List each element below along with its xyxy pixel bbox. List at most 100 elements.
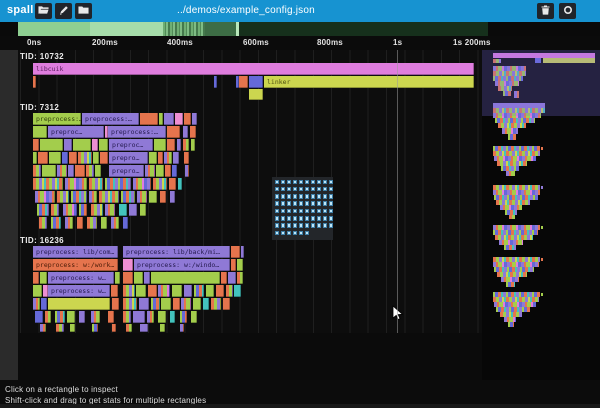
minimap-thumb-strip[interactable] [508, 322, 514, 327]
flame-fragment[interactable] [99, 139, 108, 151]
flame-fragment[interactable] [173, 298, 180, 310]
minimap-thumb-strip[interactable] [509, 215, 515, 219]
flame-fragment[interactable] [192, 113, 197, 125]
minimap-thumb-strip[interactable] [541, 293, 543, 296]
flame-fragment[interactable] [65, 178, 87, 190]
flame-fragment[interactable] [100, 152, 108, 164]
flame-fragment[interactable] [33, 76, 36, 88]
flame-fragment[interactable] [249, 76, 263, 88]
flame-fragment[interactable] [87, 217, 97, 229]
flame-fragment[interactable] [223, 298, 230, 310]
flame-bar[interactable]: preproc… [48, 126, 104, 138]
flame-fragment[interactable] [70, 324, 75, 332]
flame-fragment[interactable] [177, 139, 181, 151]
flame-fragment[interactable] [55, 311, 65, 323]
flame-fragment[interactable] [108, 311, 114, 323]
flame-fragment[interactable] [112, 298, 119, 310]
flame-fragment[interactable] [167, 126, 180, 138]
trash-button[interactable] [537, 3, 554, 19]
flame-fragment[interactable] [214, 76, 217, 88]
flame-fragment[interactable] [129, 204, 137, 216]
flame-fragment[interactable] [149, 152, 157, 164]
flame-fragment[interactable] [38, 152, 48, 164]
folder-button[interactable] [75, 3, 92, 19]
flame-fragment[interactable] [153, 178, 167, 190]
flame-fragment[interactable] [172, 165, 177, 177]
flame-fragment[interactable] [147, 311, 154, 323]
flame-fragment[interactable] [91, 311, 100, 323]
flame-fragment[interactable] [185, 165, 189, 177]
flame-fragment[interactable] [41, 298, 47, 310]
flame-fragment[interactable] [158, 311, 166, 323]
flame-fragment[interactable] [71, 191, 87, 203]
flame-fragment[interactable] [237, 259, 243, 271]
flame-fragment[interactable] [68, 165, 74, 177]
flame-fragment[interactable] [33, 298, 40, 310]
flame-fragment[interactable] [123, 259, 133, 271]
flame-fragment[interactable] [190, 126, 196, 138]
flame-fragment[interactable] [57, 165, 67, 177]
flame-fragment[interactable] [191, 311, 197, 323]
minimap-thumb-strip[interactable] [535, 58, 541, 63]
flame-fragment[interactable] [184, 152, 189, 164]
minimap-thumb-strip[interactable] [504, 245, 516, 250]
flame-fragment[interactable] [178, 178, 182, 190]
flame-fragment[interactable] [151, 272, 220, 284]
flame-fragment[interactable] [193, 298, 201, 310]
flame-fragment[interactable] [115, 272, 120, 284]
flame-bar[interactable]: preprocess: w… [48, 285, 110, 297]
flame-fragment[interactable] [92, 139, 98, 151]
selection-region[interactable] [272, 177, 333, 240]
flame-fragment[interactable] [95, 165, 101, 177]
flame-fragment[interactable] [234, 285, 241, 297]
flame-fragment[interactable] [40, 272, 47, 284]
flame-fragment[interactable] [228, 272, 236, 284]
flame-fragment[interactable] [33, 285, 42, 297]
time-ruler[interactable]: 0ns200ms400ms600ms800ms1s1s 200ms [0, 36, 600, 50]
flame-bar[interactable]: preprocess: lib/back/mi… [123, 246, 230, 258]
minimap-thumb-strip[interactable] [514, 91, 519, 98]
flame-fragment[interactable] [56, 324, 64, 332]
flame-fragment[interactable] [33, 139, 39, 151]
flame-fragment[interactable] [164, 152, 172, 164]
flame-fragment[interactable] [194, 285, 204, 297]
flame-fragment[interactable] [112, 324, 116, 332]
flame-fragment[interactable] [133, 311, 145, 323]
flame-fragment[interactable] [45, 311, 51, 323]
flame-fragment[interactable] [123, 311, 131, 323]
flame-bar[interactable]: prepro… [109, 152, 148, 164]
flame-fragment[interactable] [93, 152, 99, 164]
flame-fragment[interactable] [77, 217, 83, 229]
flame-fragment[interactable] [89, 178, 103, 190]
flame-fragment[interactable] [119, 204, 127, 216]
flame-fragment[interactable] [137, 191, 147, 203]
flame-fragment[interactable] [149, 191, 157, 203]
flame-fragment[interactable] [64, 139, 72, 151]
flame-fragment[interactable] [154, 139, 166, 151]
minimap-thumb-strip[interactable] [506, 282, 515, 287]
flame-fragment[interactable] [101, 217, 107, 229]
flame-fragment[interactable] [156, 165, 164, 177]
flame-fragment[interactable] [165, 165, 171, 177]
flame-fragment[interactable] [105, 204, 115, 216]
folder-open-button[interactable] [35, 3, 52, 19]
minimap-thumb-strip[interactable] [493, 59, 501, 63]
flame-fragment[interactable] [164, 113, 174, 125]
flame-fragment[interactable] [39, 217, 47, 229]
flame-fragment[interactable] [51, 217, 61, 229]
minimap-thumb-strip[interactable] [541, 258, 543, 261]
flame-fragment[interactable] [184, 113, 191, 125]
flame-fragment[interactable] [79, 311, 85, 323]
flame-fragment[interactable] [136, 285, 146, 297]
flame-fragment[interactable] [161, 298, 171, 310]
flame-fragment[interactable] [216, 285, 224, 297]
flame-fragment[interactable] [160, 324, 165, 332]
flame-fragment[interactable] [35, 191, 55, 203]
flame-fragment[interactable] [123, 285, 135, 297]
flame-fragment[interactable] [35, 311, 43, 323]
pen-button[interactable] [55, 3, 72, 19]
flame-fragment[interactable] [239, 76, 248, 88]
flame-fragment[interactable] [167, 139, 175, 151]
flame-fragment[interactable] [133, 178, 151, 190]
flame-fragment[interactable] [173, 152, 179, 164]
